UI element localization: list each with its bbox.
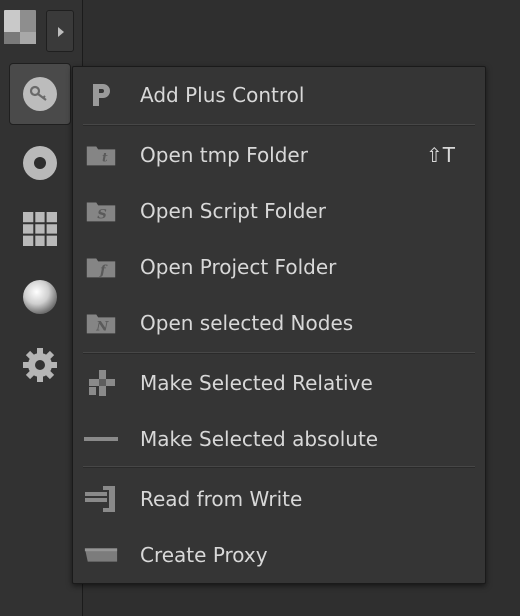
triangle-right-icon [58,27,64,37]
menu-separator [83,466,475,468]
menu-separator [83,352,475,354]
proxy-icon [83,541,119,569]
grid-icon [23,212,57,246]
menu-item-open-project-folder[interactable]: f Open Project Folder [73,247,485,287]
menu-item-label: Make Selected Relative [140,371,373,395]
context-menu: Add Plus Control t Open tmp Folder ⇧T S … [72,66,486,584]
menu-item-open-script-folder[interactable]: S Open Script Folder [73,191,485,231]
menu-item-label: Open Script Folder [140,199,326,223]
menu-item-label: Open tmp Folder [140,143,308,167]
shortcut-label: ⇧T [426,143,455,167]
menu-item-open-selected-nodes[interactable]: N Open selected Nodes [73,303,485,343]
svg-text:t: t [102,150,108,165]
tool-sphere-button[interactable] [9,266,71,328]
menu-item-label: Read from Write [140,487,303,511]
tool-key-button[interactable] [9,63,71,125]
script-folder-icon: S [83,197,119,225]
sphere-icon [23,280,57,314]
menu-separator [83,124,475,126]
menu-item-add-plus-control[interactable]: Add Plus Control [73,75,485,115]
tool-gear-button[interactable] [9,334,71,396]
nodes-folder-icon: N [83,309,119,337]
menu-item-read-from-write[interactable]: Read from Write [73,479,485,519]
menu-item-make-selected-absolute[interactable]: Make Selected absolute [73,419,485,459]
p-letter-icon [83,81,119,109]
key-icon [23,77,57,111]
side-toolbar [0,0,83,616]
gear-icon [23,348,57,382]
menu-item-label: Create Proxy [140,543,268,567]
relative-icon [83,369,119,397]
tool-grid-button[interactable] [9,198,71,260]
tool-disc-button[interactable] [9,132,71,194]
svg-text:N: N [95,320,109,335]
color-swatch-icon[interactable] [4,10,36,44]
menu-item-create-proxy[interactable]: Create Proxy [73,535,485,575]
absolute-dash-icon [83,425,119,453]
menu-item-label: Add Plus Control [140,83,305,107]
menu-item-label: Open selected Nodes [140,311,354,335]
read-from-write-icon [83,485,119,513]
tmp-folder-icon: t [83,141,119,169]
svg-text:S: S [97,208,107,223]
menu-item-open-tmp-folder[interactable]: t Open tmp Folder ⇧T [73,135,485,175]
menu-item-make-selected-relative[interactable]: Make Selected Relative [73,363,485,403]
menu-item-label: Make Selected absolute [140,427,379,451]
expand-toolbar-button[interactable] [46,10,74,52]
menu-item-label: Open Project Folder [140,255,337,279]
disc-icon [23,146,57,180]
project-folder-icon: f [83,253,119,281]
